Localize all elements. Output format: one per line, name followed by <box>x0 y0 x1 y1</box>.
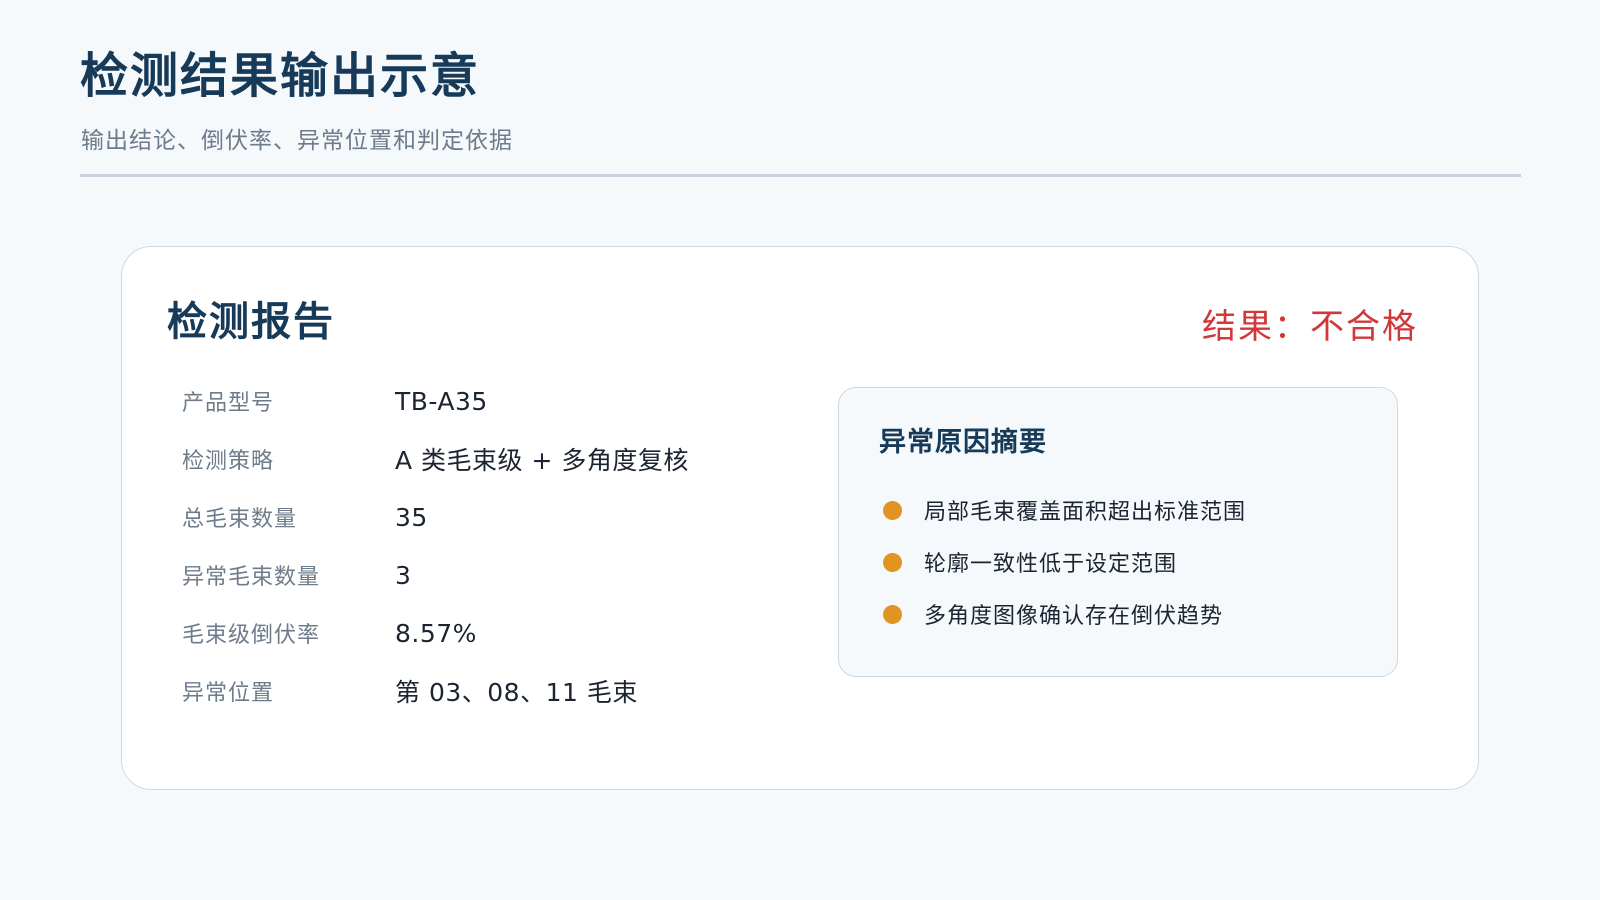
report-card: 检测报告 结果：不合格 产品型号 TB-A35 检测策略 A 类毛束级 + 多角… <box>121 246 1479 790</box>
summary-item: 局部毛束覆盖面积超出标准范围 <box>883 484 1246 536</box>
summary-item: 轮廓一致性低于设定范围 <box>883 536 1246 588</box>
result-status: 结果：不合格 <box>1202 307 1418 347</box>
info-row-strategy: 检测策略 A 类毛束级 + 多角度复核 <box>182 430 689 488</box>
info-row-model: 产品型号 TB-A35 <box>182 372 689 430</box>
page-subtitle: 输出结论、倒伏率、异常位置和判定依据 <box>81 128 513 154</box>
summary-item: 多角度图像确认存在倒伏趋势 <box>883 588 1246 640</box>
info-value: 35 <box>395 502 428 532</box>
bullet-dot-icon <box>883 552 902 572</box>
report-info-list: 产品型号 TB-A35 检测策略 A 类毛束级 + 多角度复核 总毛束数量 35… <box>182 372 689 720</box>
info-value: TB-A35 <box>395 386 488 416</box>
summary-text: 多角度图像确认存在倒伏趋势 <box>924 604 1224 629</box>
page-title: 检测结果输出示意 <box>80 48 481 104</box>
info-value: 8.57% <box>395 618 477 648</box>
info-label: 异常毛束数量 <box>182 565 321 590</box>
info-label: 检测策略 <box>182 449 275 474</box>
info-label: 产品型号 <box>182 391 275 416</box>
info-label: 总毛束数量 <box>182 507 298 532</box>
summary-text: 局部毛束覆盖面积超出标准范围 <box>924 500 1247 525</box>
report-title: 检测报告 <box>167 299 335 345</box>
info-row-total-tufts: 总毛束数量 35 <box>182 488 689 546</box>
info-row-lodging-rate: 毛束级倒伏率 8.57% <box>182 604 689 662</box>
summary-list: 局部毛束覆盖面积超出标准范围 轮廓一致性低于设定范围 多角度图像确认存在倒伏趋势 <box>883 484 1246 640</box>
summary-text: 轮廓一致性低于设定范围 <box>924 552 1178 577</box>
bullet-dot-icon <box>883 604 902 624</box>
info-label: 毛束级倒伏率 <box>182 623 321 648</box>
info-row-abnormal-position: 异常位置 第 03、08、11 毛束 <box>182 662 689 720</box>
summary-title: 异常原因摘要 <box>879 427 1047 458</box>
info-value: 第 03、08、11 毛束 <box>395 678 638 707</box>
header-divider <box>80 174 1521 177</box>
info-value: 3 <box>395 560 412 590</box>
info-label: 异常位置 <box>182 681 275 706</box>
info-value: A 类毛束级 + 多角度复核 <box>395 446 689 475</box>
info-row-abnormal-tufts: 异常毛束数量 3 <box>182 546 689 604</box>
abnormal-summary-panel: 异常原因摘要 局部毛束覆盖面积超出标准范围 轮廓一致性低于设定范围 多角度图像确… <box>838 387 1398 677</box>
bullet-dot-icon <box>883 500 902 520</box>
